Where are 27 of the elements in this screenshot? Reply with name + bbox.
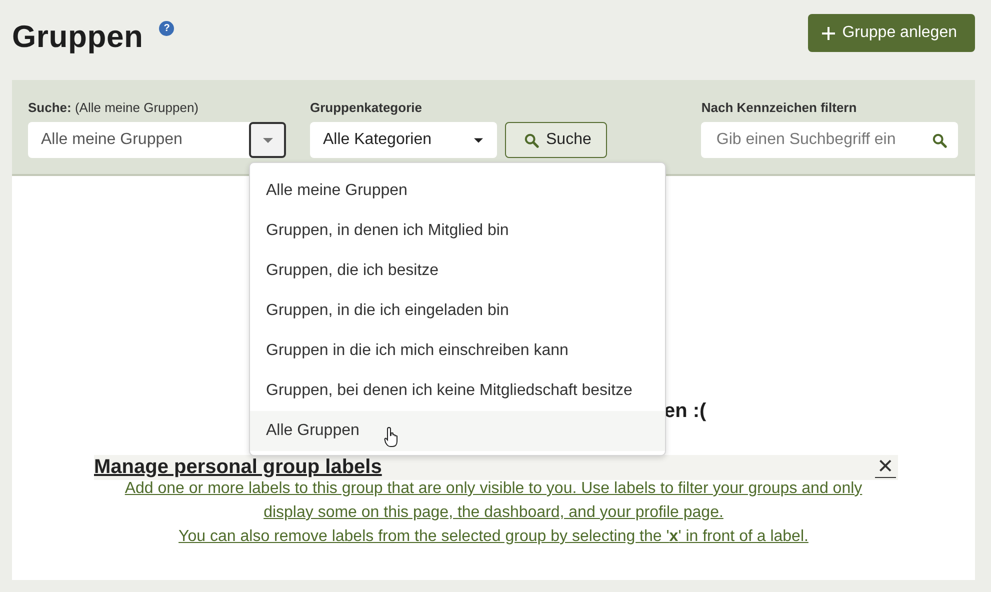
caret-icon xyxy=(262,138,272,142)
page-title: Gruppen xyxy=(12,21,144,52)
search-button[interactable]: Suche xyxy=(505,122,608,158)
labels-description[interactable]: Add one or more labels to this group that are only visible to you. Use labels to filter your groups and only display some on this page, the dashboard, and your profile page. xyxy=(12,477,975,525)
tag-filter-label: Nach Kennzeichen filtern xyxy=(701,100,858,116)
search-icon xyxy=(524,132,539,148)
menu-item[interactable]: Gruppen in die ich mich einschreiben kann xyxy=(250,331,665,371)
hand-cursor-icon xyxy=(384,426,400,448)
scope-label: Suche: (Alle meine Gruppen) xyxy=(28,100,200,116)
category-select[interactable]: Alle Kategorien xyxy=(310,122,497,158)
search-icon xyxy=(932,132,948,148)
menu-item[interactable]: Gruppen, in denen ich Mitglied bin xyxy=(250,211,665,251)
help-icon[interactable]: ? xyxy=(159,21,174,36)
tag-search-field[interactable]: Gib einen Suchbegriff ein xyxy=(701,122,958,158)
scope-select[interactable]: Alle meine Gruppen xyxy=(28,122,286,158)
menu-item[interactable]: Gruppen, die ich besitze xyxy=(250,251,665,291)
category-label: Gruppenkategorie xyxy=(310,100,423,116)
new-group-button[interactable]: Gruppe anlegen xyxy=(808,14,975,52)
menu-item[interactable]: Alle meine Gruppen xyxy=(250,171,665,211)
remove-hint[interactable]: You can also remove labels from the selected group by selecting the 'x' in front of a label. xyxy=(12,525,975,549)
caret-icon xyxy=(474,138,483,142)
menu-item[interactable]: Gruppen, bei denen ich keine Mitgliedschaft besitze xyxy=(250,371,665,411)
menu-item[interactable]: Gruppen, in die ich eingeladen bin xyxy=(250,291,665,331)
menu-item[interactable]: Alle Gruppen xyxy=(250,411,665,451)
plus-icon xyxy=(822,26,836,40)
dropdown-toggle[interactable] xyxy=(249,122,286,158)
labels-title[interactable]: Manage personal group labels xyxy=(94,456,382,479)
